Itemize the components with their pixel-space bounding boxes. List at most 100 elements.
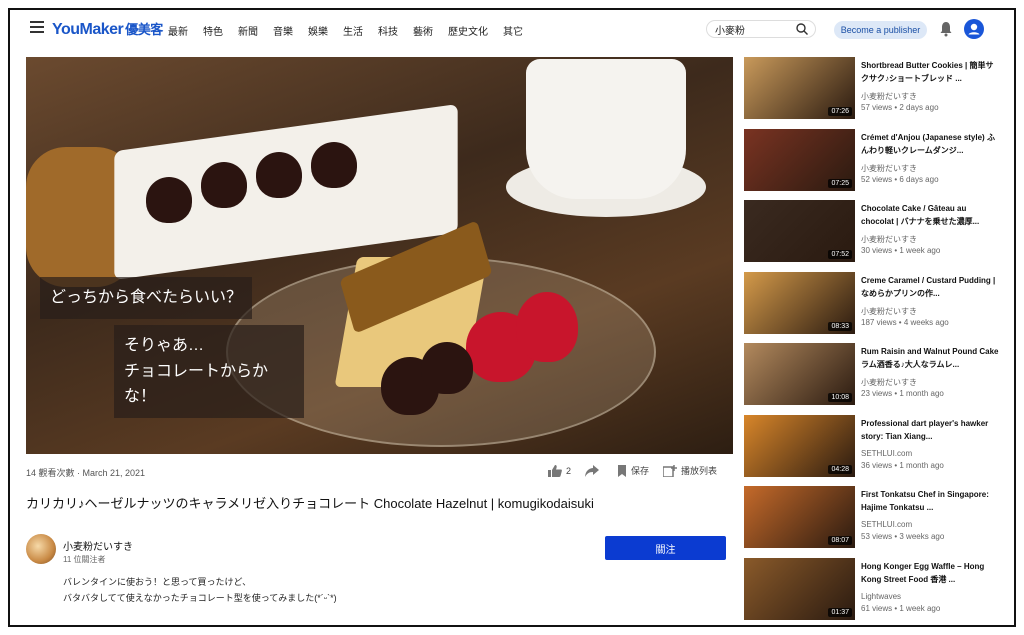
related-video-channel[interactable]: 小麦粉だいすき: [861, 91, 917, 102]
related-video-item[interactable]: 08:07 First Tonkatsu Chef in Singapore: H…: [744, 486, 1009, 558]
video-player[interactable]: どっちから食べたらいい？ そりゃあ… チョコレートからかな！: [26, 57, 733, 454]
related-video-stats: 57 views • 2 days ago: [861, 103, 939, 112]
chocolate-piece: [421, 342, 473, 394]
video-thumbnail[interactable]: 07:52: [744, 200, 855, 262]
related-video-title[interactable]: First Tonkatsu Chef in Singapore: Hajime…: [861, 488, 1001, 514]
related-video-stats: 52 views • 6 days ago: [861, 174, 939, 184]
related-video-item[interactable]: 01:37 Hong Konger Egg Waffle – Hong Kong …: [744, 557, 1009, 626]
nav-item-other[interactable]: 其它: [503, 23, 523, 38]
related-videos-list: 07:26 Shortbread Butter Cookies | 簡単サクサク♪…: [744, 57, 1009, 626]
video-thumbnail[interactable]: 08:33: [744, 271, 855, 334]
page-frame: YouMaker 優美客 最新 特色 新聞 音樂 娛樂 生活 科技 藝術 歷史文化…: [8, 8, 1016, 627]
related-video-stats: 36 views • 1 month ago: [861, 460, 944, 470]
video-duration: 07:52: [828, 250, 852, 259]
follow-button[interactable]: 關注: [605, 536, 726, 560]
related-video-channel[interactable]: SETHLUI.com: [861, 520, 912, 529]
related-video-channel[interactable]: 小麦粉だいすき: [861, 377, 917, 388]
logo[interactable]: YouMaker 優美客: [52, 19, 163, 39]
coffee-cup: [526, 59, 686, 199]
related-video-item[interactable]: 07:52 Chocolate Cake / Gâteau au chocolat…: [744, 200, 1009, 272]
related-video-channel[interactable]: Lightwaves: [861, 592, 901, 601]
search-input[interactable]: 小麥粉: [706, 20, 816, 38]
nav-item-featured[interactable]: 特色: [203, 23, 223, 38]
related-video-channel[interactable]: 小麦粉だいすき: [861, 306, 917, 317]
video-duration: 07:25: [828, 178, 852, 188]
nav-item-latest[interactable]: 最新: [168, 23, 188, 38]
related-video-item[interactable]: 10:08 Rum Raisin and Walnut Pound Cake ラム…: [744, 343, 1009, 415]
nav-item-history[interactable]: 歷史文化: [448, 23, 488, 38]
video-duration: 01:37: [828, 607, 852, 617]
video-thumbnail[interactable]: 07:25: [744, 128, 855, 191]
chocolate-piece: [201, 162, 247, 208]
top-bar: YouMaker 優美客 最新 特色 新聞 音樂 娛樂 生活 科技 藝術 歷史文化…: [10, 10, 1014, 50]
nav-item-life[interactable]: 生活: [343, 23, 363, 38]
video-title: カリカリ♪ヘーゼルナッツのキャラメリゼ入りチョコレート Chocolate Ha…: [26, 496, 594, 511]
related-video-item[interactable]: 07:25 Crémet d'Anjou (Japanese style) ふんわ…: [744, 128, 1009, 201]
related-video-item[interactable]: 08:33 Creme Caramel / Custard Pudding | な…: [744, 271, 1009, 344]
save-label: 保存: [631, 466, 650, 476]
video-duration: 08:33: [828, 321, 852, 331]
related-video-item[interactable]: 07:26 Shortbread Butter Cookies | 簡単サクサク♪…: [744, 57, 1009, 129]
related-video-channel[interactable]: 小麦粉だいすき: [861, 163, 917, 174]
related-video-stats: 61 views • 1 week ago: [861, 603, 941, 613]
like-count: 2: [566, 465, 572, 476]
thumbs-up-icon: [548, 464, 562, 477]
related-video-stats: 23 views • 1 month ago: [861, 389, 944, 398]
follower-count: 11 位關注者: [63, 555, 106, 564]
related-video-title[interactable]: Chocolate Cake / Gâteau au chocolat | バナ…: [861, 202, 1001, 228]
user-icon: [968, 23, 980, 35]
video-thumbnail[interactable]: 01:37: [744, 557, 855, 620]
channel-name[interactable]: 小麦粉だいすき: [63, 538, 133, 553]
menu-icon[interactable]: [30, 21, 44, 33]
channel-avatar[interactable]: [26, 534, 56, 564]
video-actions: 2 保存 播放列表: [548, 464, 731, 477]
video-thumbnail[interactable]: 07:26: [744, 57, 855, 119]
related-video-title[interactable]: Crémet d'Anjou (Japanese style) ふんわり軽いクレ…: [861, 131, 1001, 157]
nav-item-tech[interactable]: 科技: [378, 23, 398, 38]
like-button[interactable]: 2: [548, 464, 572, 477]
bell-icon[interactable]: [939, 21, 953, 37]
user-avatar[interactable]: [964, 19, 984, 39]
related-video-channel[interactable]: SETHLUI.com: [861, 449, 912, 458]
chocolate-piece: [311, 142, 357, 188]
save-button[interactable]: 保存: [617, 464, 649, 477]
video-thumbnail[interactable]: 04:28: [744, 414, 855, 477]
related-video-title[interactable]: Rum Raisin and Walnut Pound Cake ラム酒香る♪大…: [861, 345, 1001, 371]
become-publisher-button[interactable]: Become a publisher: [834, 21, 927, 39]
playlist-label: 播放列表: [681, 466, 718, 476]
related-video-item[interactable]: 04:28 Professional dart player's hawker s…: [744, 414, 1009, 487]
video-duration: 04:28: [828, 464, 852, 474]
related-video-title[interactable]: Shortbread Butter Cookies | 簡単サクサク♪ショートブ…: [861, 59, 1001, 85]
category-nav: 最新 特色 新聞 音樂 娛樂 生活 科技 藝術 歷史文化 其它: [168, 23, 538, 38]
related-video-stats: 30 views • 1 week ago: [861, 246, 941, 255]
video-duration: 08:07: [828, 536, 852, 545]
video-thumbnail[interactable]: 08:07: [744, 486, 855, 548]
search-value: 小麥粉: [715, 25, 745, 37]
share-icon: [585, 464, 600, 477]
nav-item-news[interactable]: 新聞: [238, 23, 258, 38]
video-description: バレンタインに使おう！と思って買ったけど、 バタバタしてて使えなかったチョコレー…: [63, 577, 337, 603]
caption-2: そりゃあ… チョコレートからかな！: [114, 325, 304, 418]
bookmark-icon: [618, 464, 627, 477]
views-date: 14 觀看次數 · March 21, 2021: [26, 468, 146, 478]
related-video-title[interactable]: Creme Caramel / Custard Pudding | なめらかプリ…: [861, 274, 1001, 300]
nav-item-entertainment[interactable]: 娛樂: [308, 23, 328, 38]
playlist-add-icon: [663, 464, 678, 477]
search-icon[interactable]: [795, 22, 809, 36]
video-duration: 07:26: [828, 107, 852, 116]
share-button[interactable]: [585, 464, 603, 477]
video-duration: 10:08: [828, 393, 852, 402]
related-video-stats: 187 views • 4 weeks ago: [861, 317, 949, 327]
related-video-title[interactable]: Hong Konger Egg Waffle – Hong Kong Stree…: [861, 560, 1001, 586]
nav-item-music[interactable]: 音樂: [273, 23, 293, 38]
chocolate-piece: [146, 177, 192, 223]
chocolate-piece: [256, 152, 302, 198]
caption-1: どっちから食べたらいい？: [40, 277, 253, 319]
related-video-stats: 53 views • 3 weeks ago: [861, 532, 945, 541]
related-video-channel[interactable]: 小麦粉だいすき: [861, 234, 917, 245]
strawberry: [516, 292, 578, 362]
nav-item-art[interactable]: 藝術: [413, 23, 433, 38]
video-thumbnail[interactable]: 10:08: [744, 343, 855, 405]
related-video-title[interactable]: Professional dart player's hawker story:…: [861, 417, 1001, 443]
add-to-playlist-button[interactable]: 播放列表: [663, 464, 717, 477]
